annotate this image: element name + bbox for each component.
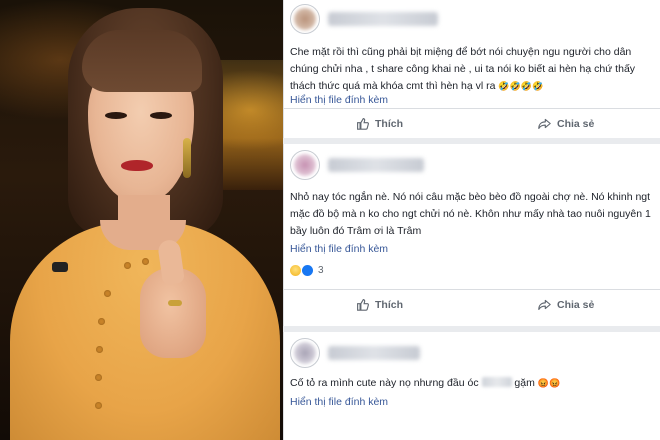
lapel-microphone: [52, 262, 68, 272]
post-separator: [283, 326, 660, 332]
left-eye: [105, 112, 127, 119]
comment-body-start: Cố tỏ ra mình cute này nọ nhưng đầu óc: [290, 377, 479, 389]
share-label: Chia sẻ: [557, 298, 595, 311]
like-label: Thích: [375, 298, 403, 311]
blouse-button: [96, 346, 103, 353]
comment-text: Cố tỏ ra mình cute này nọ nhưng đầu óc g…: [290, 375, 652, 392]
show-attachment-link[interactable]: Hiển thị file đính kèm: [290, 396, 388, 408]
share-arrow-icon: [538, 118, 551, 129]
comment-feed: Che mặt rồi thì cũng phải bịt miệng để b…: [283, 0, 660, 440]
show-attachment-link[interactable]: Hiển thị file đính kèm: [290, 94, 388, 106]
haha-reaction-icon: [290, 265, 301, 276]
blurred-author-name[interactable]: [328, 158, 424, 172]
post-separator: [283, 138, 660, 144]
presenter-photo: [0, 0, 283, 440]
post-card: Cố tỏ ra mình cute này nọ nhưng đầu óc g…: [284, 332, 660, 440]
share-label: Chia sẻ: [557, 117, 595, 130]
share-button[interactable]: Chia sẻ: [538, 117, 594, 130]
comment-body-end: gặm: [514, 377, 535, 389]
like-button[interactable]: Thích: [356, 298, 403, 311]
reaction-count: 3: [318, 265, 324, 276]
blouse-button: [124, 262, 131, 269]
post-actions: Thích Chia sẻ: [284, 289, 660, 321]
avatar[interactable]: [290, 150, 320, 180]
avatar[interactable]: [290, 338, 320, 368]
like-reaction-icon: [302, 265, 313, 276]
lips: [121, 160, 153, 171]
comment-body: Che mặt rồi thì cũng phải bịt miệng để b…: [290, 46, 636, 92]
show-attachment-link[interactable]: Hiển thị file đính kèm: [290, 243, 388, 255]
comment-text: Che mặt rồi thì cũng phải bịt miệng để b…: [290, 44, 652, 95]
blouse-button: [95, 402, 102, 409]
blurred-author-name[interactable]: [328, 12, 438, 26]
blouse-button: [98, 318, 105, 325]
post-card: Nhỏ nay tóc ngắn nè. Nó nói câu mặc bèo …: [284, 144, 660, 326]
blouse-button: [95, 374, 102, 381]
like-label: Thích: [375, 117, 403, 130]
blurred-author-name[interactable]: [328, 346, 420, 360]
share-button[interactable]: Chia sẻ: [538, 298, 594, 311]
right-eye: [150, 112, 172, 119]
comment-text: Nhỏ nay tóc ngắn nè. Nó nói câu mặc bèo …: [290, 189, 652, 240]
blurred-word: [481, 377, 512, 387]
comment-body: Nhỏ nay tóc ngắn nè. Nó nói câu mặc bèo …: [290, 191, 651, 237]
thumbs-up-icon: [357, 118, 369, 130]
ring: [168, 300, 182, 306]
thumbs-up-icon: [357, 299, 369, 311]
laugh-emoji-icon: 🤣🤣🤣🤣: [498, 81, 544, 91]
share-arrow-icon: [538, 299, 551, 310]
blouse-button: [142, 258, 149, 265]
angry-emoji-icon: 😡😡: [537, 378, 561, 388]
earring: [183, 138, 191, 178]
avatar[interactable]: [290, 4, 320, 34]
post-card: Che mặt rồi thì cũng phải bịt miệng để b…: [284, 0, 660, 138]
like-button[interactable]: Thích: [356, 117, 403, 130]
bangs: [82, 30, 202, 92]
post-actions: Thích Chia sẻ: [284, 108, 660, 140]
reaction-summary[interactable]: 3: [290, 265, 324, 276]
blouse-button: [104, 290, 111, 297]
